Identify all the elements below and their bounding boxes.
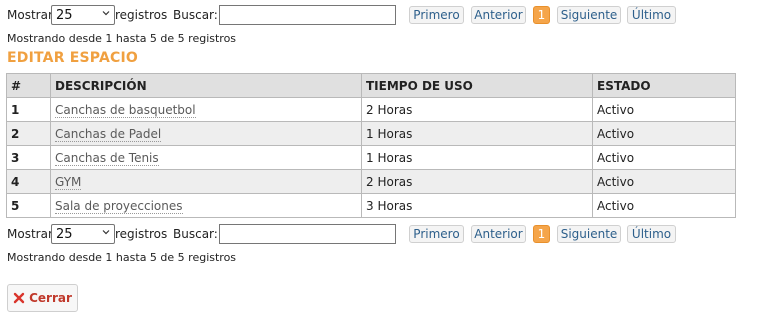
chevron-down-icon [102, 11, 110, 16]
row-time: 1 Horas [361, 121, 593, 146]
last-page-button[interactable]: Último [627, 225, 676, 243]
row-desc-link[interactable]: Canchas de Padel [55, 126, 162, 142]
page-1-button[interactable]: 1 [533, 225, 550, 243]
row-time: 2 Horas [361, 169, 593, 194]
row-status: Activo [592, 169, 736, 194]
spaces-table: # DESCRIPCIÓN TIEMPO DE USO ESTADO 1 Can… [6, 73, 736, 218]
page-size-value: 25 [56, 226, 73, 242]
row-num: 5 [6, 193, 51, 218]
row-desc: Canchas de Tenis [50, 145, 362, 170]
row-desc-link[interactable]: Canchas de Tenis [55, 150, 159, 166]
row-desc: Sala de proyecciones [50, 193, 362, 218]
page-size-select[interactable]: 25 [51, 224, 115, 244]
chevron-down-icon [102, 230, 110, 235]
search-label: Buscar: [173, 227, 218, 241]
row-desc: Canchas de basquetbol [50, 97, 362, 122]
top-controls: Mostrar 25 registros Buscar: Primero Ant… [7, 5, 707, 27]
bottom-controls: Mostrar 25 registros Buscar: Primero Ant… [7, 224, 707, 246]
page-size-select[interactable]: 25 [51, 5, 115, 25]
next-page-button[interactable]: Siguiente [557, 6, 621, 24]
next-page-button[interactable]: Siguiente [557, 225, 621, 243]
last-page-button[interactable]: Último [627, 6, 676, 24]
row-num: 4 [6, 169, 51, 194]
row-num: 2 [6, 121, 51, 146]
row-desc: Canchas de Padel [50, 121, 362, 146]
records-label: registros [115, 8, 168, 22]
records-label: registros [115, 227, 168, 241]
page-size-value: 25 [56, 7, 73, 23]
col-num-header[interactable]: # [6, 73, 51, 98]
row-desc-link[interactable]: GYM [55, 174, 82, 190]
table-header-row: # DESCRIPCIÓN TIEMPO DE USO ESTADO [6, 73, 736, 98]
close-label: Cerrar [29, 291, 72, 305]
page-1-button[interactable]: 1 [533, 6, 550, 24]
row-time: 1 Horas [361, 145, 593, 170]
row-status: Activo [592, 145, 736, 170]
row-desc-link[interactable]: Canchas de basquetbol [55, 102, 196, 118]
table-row: 4 GYM 2 Horas Activo [6, 169, 736, 194]
close-icon [13, 292, 25, 304]
first-page-button[interactable]: Primero [409, 225, 464, 243]
col-status-header[interactable]: ESTADO [592, 73, 736, 98]
row-desc-link[interactable]: Sala de proyecciones [55, 198, 183, 214]
first-page-button[interactable]: Primero [409, 6, 464, 24]
col-time-header[interactable]: TIEMPO DE USO [361, 73, 593, 98]
show-label: Mostrar [7, 227, 53, 241]
col-desc-header[interactable]: DESCRIPCIÓN [50, 73, 362, 98]
prev-page-button[interactable]: Anterior [471, 6, 526, 24]
section-title: EDITAR ESPACIO [7, 50, 138, 66]
row-num: 1 [6, 97, 51, 122]
prev-page-button[interactable]: Anterior [471, 225, 526, 243]
row-status: Activo [592, 121, 736, 146]
table-row: 1 Canchas de basquetbol 2 Horas Activo [6, 97, 736, 122]
row-time: 2 Horas [361, 97, 593, 122]
search-label: Buscar: [173, 8, 218, 22]
search-input[interactable] [219, 5, 396, 25]
row-num: 3 [6, 145, 51, 170]
row-desc: GYM [50, 169, 362, 194]
row-status: Activo [592, 97, 736, 122]
row-time: 3 Horas [361, 193, 593, 218]
table-row: 5 Sala de proyecciones 3 Horas Activo [6, 193, 736, 218]
info-top: Mostrando desde 1 hasta 5 de 5 registros [7, 32, 237, 45]
search-input[interactable] [219, 224, 396, 244]
table-row: 2 Canchas de Padel 1 Horas Activo [6, 121, 736, 146]
row-status: Activo [592, 193, 736, 218]
close-button[interactable]: Cerrar [7, 284, 78, 312]
info-bottom: Mostrando desde 1 hasta 5 de 5 registros [7, 251, 237, 264]
table-row: 3 Canchas de Tenis 1 Horas Activo [6, 145, 736, 170]
show-label: Mostrar [7, 8, 53, 22]
